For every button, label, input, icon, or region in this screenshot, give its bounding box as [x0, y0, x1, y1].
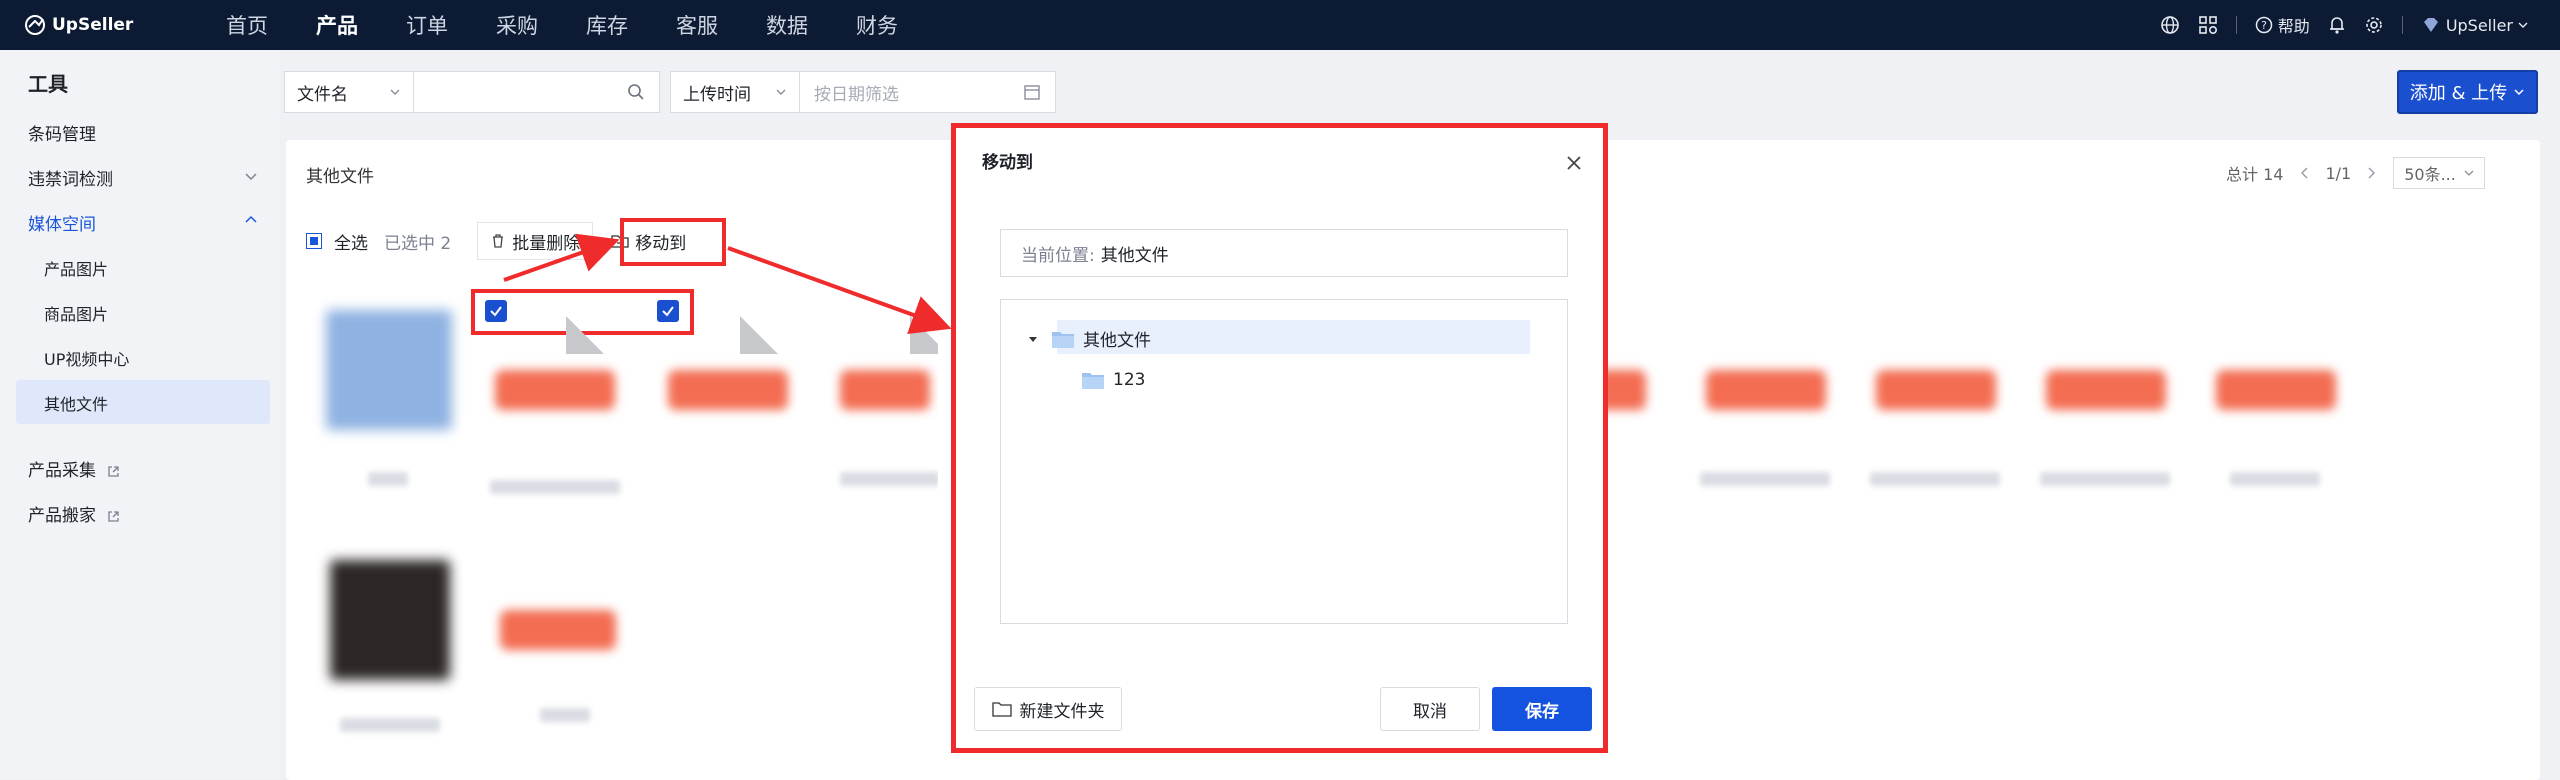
new-folder-button[interactable]: 新建文件夹 — [974, 687, 1122, 731]
folder-icon — [991, 702, 1012, 717]
move-to-dialog: 移动到 当前位置: 其他文件 其他文件 123 新建文件夹 取消 保存 — [951, 123, 1608, 753]
dialog-title: 移动到 — [982, 153, 1033, 173]
save-label: 保存 — [1525, 701, 1559, 722]
cancel-label: 取消 — [1413, 701, 1447, 722]
tree-node-label: 其他文件 — [1083, 331, 1151, 351]
save-button[interactable]: 保存 — [1492, 687, 1592, 731]
caret-down-icon[interactable] — [1027, 333, 1039, 345]
annotation-arrow — [727, 246, 952, 334]
current-location: 当前位置: 其他文件 — [1000, 229, 1568, 277]
folder-tree: 其他文件 123 — [1000, 299, 1568, 624]
tree-node-child[interactable]: 123 — [1081, 370, 1145, 390]
annotation-arrow — [503, 233, 620, 282]
location-value: 其他文件 — [1100, 245, 1169, 266]
location-label: 当前位置: — [1021, 245, 1095, 266]
tree-node-label: 123 — [1113, 370, 1146, 390]
folder-icon — [1082, 373, 1104, 389]
new-folder-label: 新建文件夹 — [1019, 701, 1105, 722]
folder-icon — [1052, 331, 1074, 348]
cancel-button[interactable]: 取消 — [1380, 687, 1480, 731]
tree-node-root[interactable]: 其他文件 — [1027, 326, 1151, 351]
close-icon[interactable] — [1565, 154, 1583, 172]
